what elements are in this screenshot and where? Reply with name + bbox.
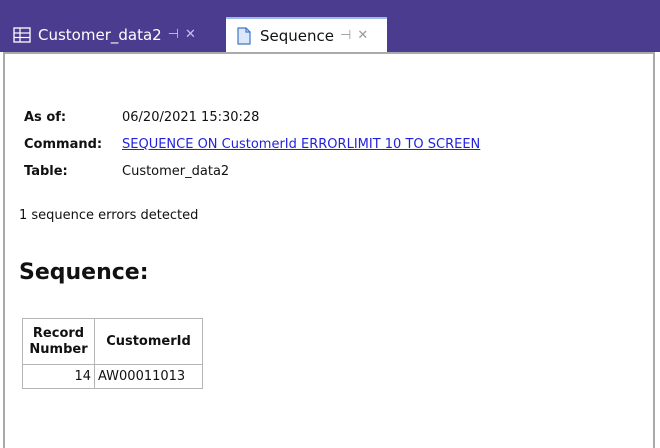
tab-bar: Customer_data2 ⊣ ✕ Sequence ⊣ ✕ — [0, 0, 660, 52]
tab-sequence[interactable]: Sequence ⊣ ✕ — [226, 17, 387, 52]
section-title: Sequence: — [19, 260, 149, 285]
errors-detected-text: 1 sequence errors detected — [19, 208, 199, 223]
table-header-row: Record Number CustomerId — [22, 318, 203, 365]
close-icon[interactable]: ✕ — [357, 28, 368, 43]
tab-customer-data2[interactable]: Customer_data2 ⊣ ✕ — [8, 17, 222, 52]
as-of-label: As of: — [24, 110, 67, 125]
command-link[interactable]: SEQUENCE ON CustomerId ERRORLIMIT 10 TO … — [122, 137, 480, 152]
column-header-customerid: CustomerId — [94, 318, 203, 365]
table-label: Table: — [24, 164, 68, 179]
as-of-value: 06/20/2021 15:30:28 — [122, 110, 260, 125]
command-label: Command: — [24, 137, 103, 152]
pin-icon[interactable]: ⊣ — [168, 27, 179, 42]
pin-icon[interactable]: ⊣ — [340, 28, 351, 43]
close-icon[interactable]: ✕ — [185, 27, 196, 42]
sequence-table: Record Number CustomerId 14 AW00011013 — [22, 318, 203, 389]
table-row: 14 AW00011013 — [22, 364, 203, 389]
table-icon — [12, 25, 32, 45]
tab-label: Customer_data2 — [38, 25, 162, 44]
tab-label: Sequence — [260, 26, 334, 45]
column-header-record-number: Record Number — [22, 318, 95, 365]
record-number-cell: 14 — [22, 364, 95, 389]
customerid-cell: AW00011013 — [94, 364, 203, 389]
document-icon — [234, 26, 254, 46]
table-value: Customer_data2 — [122, 164, 230, 179]
